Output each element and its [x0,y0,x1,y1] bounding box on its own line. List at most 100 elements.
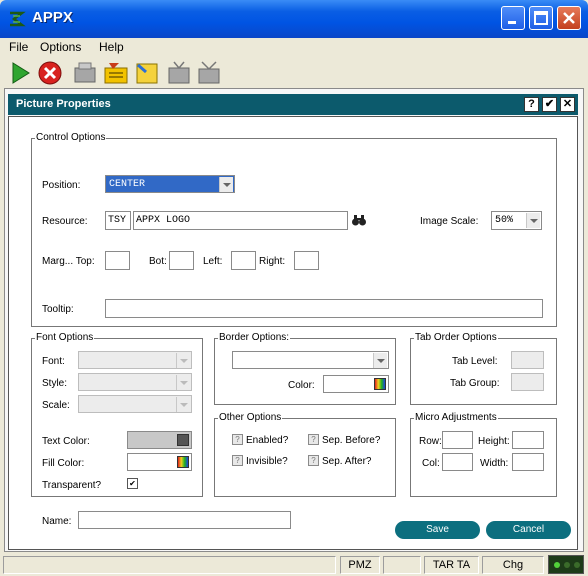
margin-left-label: Left: [203,256,223,267]
transparent-checkbox[interactable]: ✔ [127,478,138,489]
sep-after-label: Sep. After? [322,456,372,467]
tab-order-options-group: Tab Order Options Tab Level: Tab Group: [410,332,557,405]
menu-options[interactable]: Options [40,40,81,54]
status-cell-tar: TAR TA [424,556,479,574]
resource-value: APPX LOGO [136,215,191,226]
font-options-label: Font Options [35,332,95,343]
width-field[interactable] [512,453,544,471]
app-icon [10,11,26,27]
row-field[interactable] [442,431,473,449]
edit-icon[interactable] [103,60,129,86]
position-label: Position: [42,180,81,191]
scale-label: Scale: [42,400,70,411]
chevron-down-icon [176,353,190,368]
menu-help[interactable]: Help [99,40,124,54]
chevron-down-icon [176,375,190,390]
border-style-dropdown[interactable] [232,351,389,369]
tv-icon[interactable] [166,60,192,86]
maximize-icon [534,11,548,25]
palette-icon[interactable] [177,434,189,446]
enabled-checkbox[interactable]: ? [232,434,243,445]
enabled-label: Enabled? [246,435,289,446]
dialog-title: Picture Properties [16,98,111,110]
menu-file[interactable]: File [9,40,28,54]
margin-left-field[interactable] [231,251,256,270]
tab-group-field[interactable] [511,373,544,391]
margin-top-field[interactable] [105,251,130,270]
status-cell-blank [383,556,421,574]
invisible-label: Invisible? [246,456,288,467]
help-button[interactable]: ? [524,97,539,112]
tab-order-options-label: Tab Order Options [414,332,498,343]
width-label: Width: [480,458,509,469]
position-dropdown[interactable]: CENTER [105,175,235,193]
print-icon[interactable] [72,60,98,86]
status-cell-chg: Chg [482,556,544,574]
other-options-group: Other Options ? Enabled? ? Sep. Before? … [214,412,396,497]
name-field[interactable] [78,511,291,529]
margin-top-label: Marg... Top: [42,256,95,267]
palette-icon[interactable] [177,456,189,468]
close-icon [563,12,575,24]
font-label: Font: [42,356,65,367]
maximize-button[interactable] [529,6,553,30]
tab-level-label: Tab Level: [452,356,498,367]
tooltip-label: Tooltip: [42,304,74,315]
font-dropdown[interactable] [78,351,192,369]
close-dialog-button[interactable]: ✕ [560,97,575,112]
resource-prefix-field[interactable]: TSY [105,211,131,230]
sep-after-checkbox[interactable]: ? [308,455,319,466]
margin-bot-field[interactable] [169,251,194,270]
invisible-checkbox[interactable]: ? [232,455,243,466]
chevron-down-icon [526,213,540,228]
resource-prefix-value: TSY [108,215,127,226]
status-cell-pmz: PMZ [340,556,380,574]
chevron-down-icon [219,177,233,192]
font-options-group: Font Options Font: Style: Scale: Text Co… [31,332,203,497]
fill-color-field[interactable] [127,453,192,471]
margin-right-label: Right: [259,256,286,267]
position-value: CENTER [109,179,146,190]
note-icon[interactable] [134,60,160,86]
style-dropdown[interactable] [78,373,192,391]
tab-level-field[interactable] [511,351,544,369]
minimize-button[interactable] [501,6,525,30]
control-options-group: Control Options Position: CENTER Resourc… [31,132,557,327]
resource-label: Resource: [42,216,88,227]
save-button[interactable]: Save [395,521,480,539]
height-field[interactable] [512,431,544,449]
border-color-label: Color: [288,380,315,391]
margin-bot-label: Bot: [149,256,167,267]
cancel-button[interactable]: Cancel [486,521,571,539]
window-title: APPX [32,9,73,26]
tooltip-field[interactable] [105,299,543,318]
border-color-field[interactable] [323,375,389,393]
binoculars-icon[interactable] [351,212,367,228]
tv2-icon[interactable] [196,60,222,86]
status-bar: PMZ TAR TA Chg [0,553,588,576]
image-scale-dropdown[interactable]: 50% [491,211,542,230]
border-options-group: Border Options: Color: [214,332,396,405]
style-label: Style: [42,378,68,389]
sep-before-checkbox[interactable]: ? [308,434,319,445]
close-window-button[interactable] [557,6,581,30]
micro-adjustments-label: Micro Adjustments [414,412,498,423]
sep-before-label: Sep. Before? [322,435,381,446]
resource-field[interactable]: APPX LOGO [133,211,348,230]
play-icon[interactable] [7,60,33,86]
dialog-title-bar: Picture Properties ? ✔ ✕ [8,94,578,115]
ok-button[interactable]: ✔ [542,97,557,112]
micro-adjustments-group: Micro Adjustments Row: Height: Col: Widt… [410,412,557,497]
chevron-down-icon [373,353,387,368]
scale-dropdown[interactable] [78,395,192,413]
fill-color-label: Fill Color: [42,458,85,469]
text-color-field[interactable] [127,431,192,449]
row-label: Row: [419,436,442,447]
col-field[interactable] [442,453,473,471]
minimize-icon [508,21,516,24]
stop-icon[interactable] [37,60,63,86]
palette-icon[interactable] [374,378,386,390]
margin-right-field[interactable] [294,251,319,270]
name-label: Name: [42,516,72,527]
transparent-label: Transparent? [42,480,102,491]
